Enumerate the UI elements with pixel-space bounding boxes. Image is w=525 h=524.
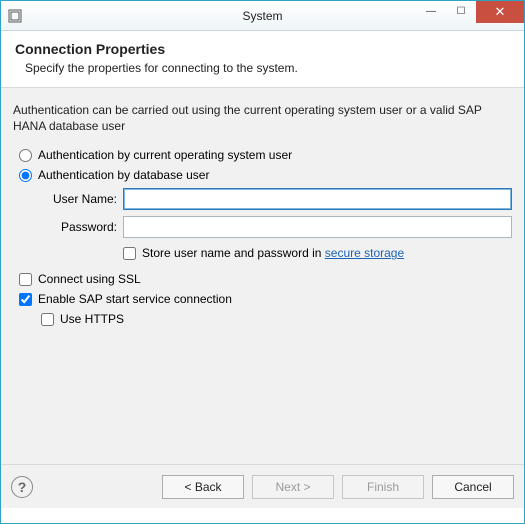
- https-row[interactable]: Use HTTPS: [41, 312, 512, 326]
- auth-description: Authentication can be carried out using …: [13, 102, 512, 134]
- username-input[interactable]: [123, 188, 512, 210]
- sap-service-label: Enable SAP start service connection: [38, 292, 232, 306]
- sap-service-checkbox[interactable]: [19, 293, 32, 306]
- auth-db-radio[interactable]: [19, 169, 32, 182]
- back-button[interactable]: < Back: [162, 475, 244, 499]
- ssl-checkbox[interactable]: [19, 273, 32, 286]
- auth-db-label: Authentication by database user: [38, 168, 209, 182]
- https-label: Use HTTPS: [60, 312, 124, 326]
- password-input[interactable]: [123, 216, 512, 238]
- minimize-button[interactable]: —: [416, 1, 446, 23]
- help-icon[interactable]: ?: [11, 476, 33, 498]
- auth-os-row[interactable]: Authentication by current operating syst…: [19, 148, 512, 162]
- finish-button[interactable]: Finish: [342, 475, 424, 499]
- sap-service-row[interactable]: Enable SAP start service connection: [19, 292, 512, 306]
- close-button[interactable]: ✕: [476, 1, 524, 23]
- store-credentials-label: Store user name and password in secure s…: [142, 246, 404, 260]
- app-icon: [7, 8, 23, 24]
- auth-os-radio[interactable]: [19, 149, 32, 162]
- store-credentials-checkbox[interactable]: [123, 247, 136, 260]
- window-controls: — ☐ ✕: [416, 1, 524, 23]
- username-row: User Name:: [47, 188, 512, 210]
- ssl-row[interactable]: Connect using SSL: [19, 272, 512, 286]
- auth-os-label: Authentication by current operating syst…: [38, 148, 292, 162]
- cancel-button[interactable]: Cancel: [432, 475, 514, 499]
- username-label: User Name:: [47, 192, 117, 206]
- ssl-label: Connect using SSL: [38, 272, 141, 286]
- store-credentials-row: Store user name and password in secure s…: [123, 246, 512, 260]
- password-row: Password:: [47, 216, 512, 238]
- https-checkbox[interactable]: [41, 313, 54, 326]
- maximize-button[interactable]: ☐: [446, 1, 476, 23]
- next-button[interactable]: Next >: [252, 475, 334, 499]
- titlebar: System — ☐ ✕: [1, 1, 524, 31]
- dialog-body: Authentication can be carried out using …: [1, 88, 524, 508]
- page-title: Connection Properties: [15, 41, 510, 57]
- page-subtitle: Specify the properties for connecting to…: [25, 61, 510, 75]
- dialog-footer: ? < Back Next > Finish Cancel: [1, 464, 524, 508]
- dialog-header: Connection Properties Specify the proper…: [1, 31, 524, 88]
- password-label: Password:: [47, 220, 117, 234]
- auth-db-row[interactable]: Authentication by database user: [19, 168, 512, 182]
- secure-storage-link[interactable]: secure storage: [325, 246, 404, 260]
